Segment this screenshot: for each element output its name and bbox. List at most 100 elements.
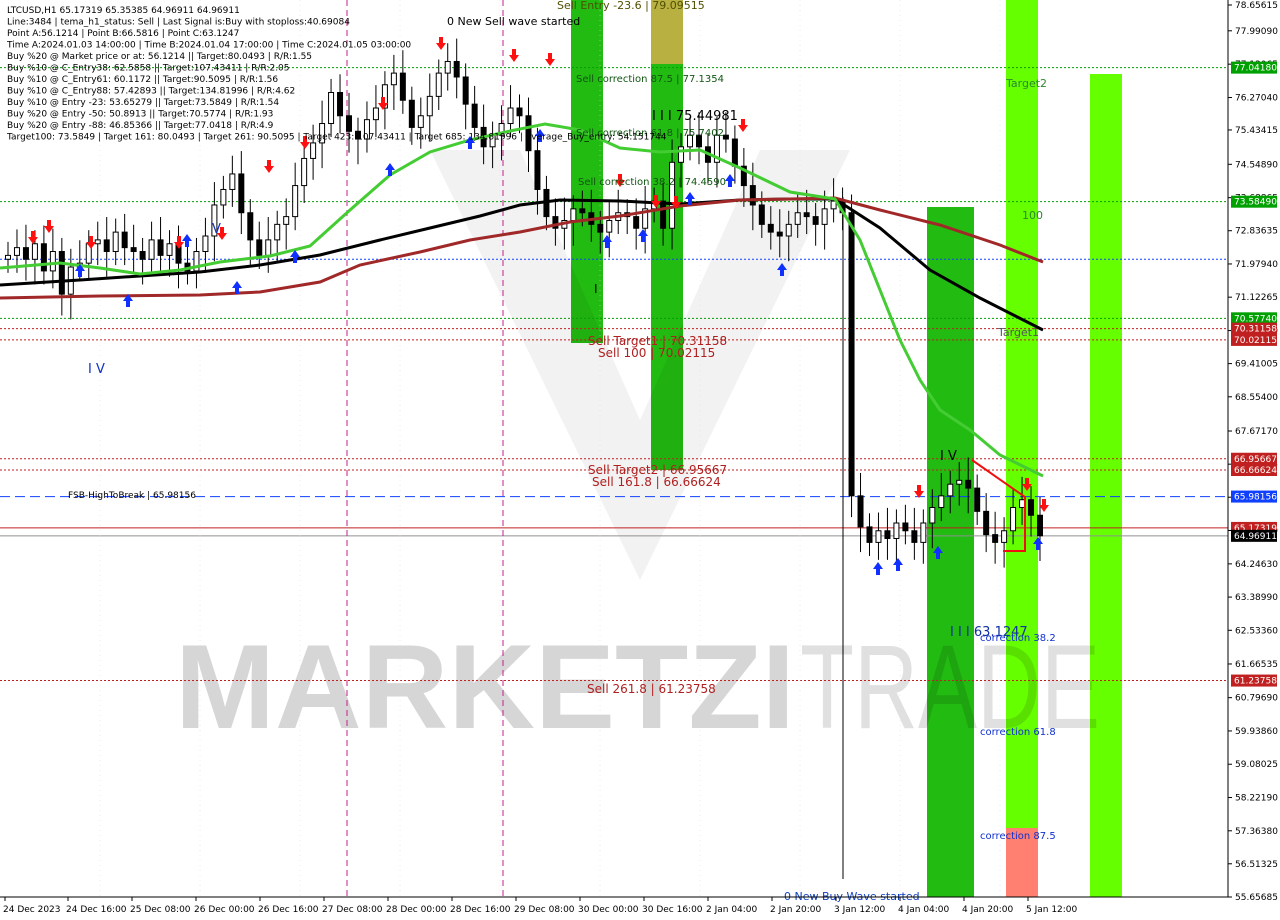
candle-body-67 bbox=[606, 219, 613, 233]
candle-body-106 bbox=[956, 479, 963, 485]
candle-body-31 bbox=[283, 216, 290, 225]
candle-body-81 bbox=[731, 138, 738, 167]
candle-body-64 bbox=[579, 208, 586, 214]
candle-body-103 bbox=[929, 506, 936, 524]
time-tick-label-1: 24 Dec 16:00 bbox=[66, 905, 127, 915]
time-tick-label-12: 2 Jan 20:00 bbox=[770, 905, 822, 915]
candle-body-15 bbox=[139, 251, 146, 260]
candle-body-104 bbox=[938, 495, 945, 508]
buy-zone-lime-b bbox=[1090, 74, 1122, 897]
candle-body-34 bbox=[310, 142, 317, 159]
candle-body-29 bbox=[265, 239, 272, 256]
price-tick-label-13: 67.67170 bbox=[1235, 427, 1278, 437]
time-tick-label-11: 2 Jan 04:00 bbox=[706, 905, 758, 915]
time-tick-label-16: 5 Jan 12:00 bbox=[1026, 905, 1078, 915]
candle-body-5 bbox=[49, 251, 56, 272]
label-corr_382: correction 38.2 bbox=[980, 633, 1056, 644]
label-sell_corr_875: Sell correction 87.5 | 77.1354 bbox=[576, 74, 724, 85]
candle-body-101 bbox=[911, 530, 918, 543]
label-wave_iv_left: I V bbox=[88, 362, 105, 377]
label-sell_100: Sell 100 | 70.02115 bbox=[598, 346, 715, 360]
time-tick-label-2: 25 Dec 08:00 bbox=[130, 905, 191, 915]
price-tag-label-10: 61.23758 bbox=[1234, 677, 1277, 687]
label-sell_corr_382: Sell correction 38.2 | 74.4590 bbox=[578, 177, 726, 188]
price-tag-label-9: 64.96911 bbox=[1234, 532, 1277, 542]
candle-body-3 bbox=[31, 243, 38, 260]
candle-body-85 bbox=[767, 223, 774, 233]
info-line-4: Buy %20 @ Market price or at: 56.1214 ||… bbox=[7, 52, 312, 62]
candle-body-84 bbox=[758, 204, 765, 225]
chart-svg[interactable]: MARKETZI TRADE Sell Entry -23.6 | 79.0951… bbox=[0, 0, 1280, 920]
price-tag-label-4: 70.02115 bbox=[1234, 336, 1277, 346]
label-fsb: FSB-HighToBreak | 65.98156 bbox=[68, 491, 196, 501]
candle-body-6 bbox=[58, 251, 65, 295]
price-tick-label-1: 77.99090 bbox=[1235, 27, 1278, 37]
candle-body-43 bbox=[390, 72, 397, 86]
info-line-9: Buy %20 @ Entry -50: 50.8913 || Target:7… bbox=[7, 110, 273, 120]
candle-body-30 bbox=[274, 223, 281, 241]
candle-body-73 bbox=[660, 200, 667, 229]
candle-body-70 bbox=[633, 216, 640, 229]
label-sell_1618: Sell 161.8 | 66.66624 bbox=[592, 475, 721, 489]
candle-body-45 bbox=[408, 99, 415, 128]
label-hundred: 100 bbox=[1022, 209, 1043, 222]
candle-body-108 bbox=[974, 487, 981, 512]
info-line-1: Line:3484 | tema_h1_status: Sell | Last … bbox=[7, 18, 350, 28]
info-line-6: Buy %10 @ C_Entry61: 60.1172 || Target:9… bbox=[7, 75, 278, 85]
candle-body-74 bbox=[669, 161, 676, 229]
candle-body-59 bbox=[534, 150, 541, 190]
label-target2: Target2 bbox=[1005, 77, 1047, 90]
candle-body-100 bbox=[902, 522, 909, 532]
candle-body-83 bbox=[749, 185, 756, 206]
price-tick-label-8: 71.97940 bbox=[1235, 260, 1278, 270]
info-line-8: Buy %10 @ Entry -23: 53.65279 || Target:… bbox=[7, 98, 279, 108]
chart-area[interactable]: MARKETZI TRADE Sell Entry -23.6 | 79.0951… bbox=[0, 0, 1280, 920]
time-tick-label-7: 28 Dec 16:00 bbox=[450, 905, 511, 915]
time-tick-label-3: 26 Dec 00:00 bbox=[194, 905, 255, 915]
candle-body-88 bbox=[794, 212, 801, 225]
price-tick-label-24: 58.22190 bbox=[1235, 794, 1278, 804]
candle-body-114 bbox=[1028, 499, 1035, 516]
candle-body-47 bbox=[426, 95, 433, 117]
candle-body-36 bbox=[328, 92, 335, 125]
candle-body-94 bbox=[848, 212, 855, 497]
candle-body-75 bbox=[678, 146, 685, 163]
price-tick-label-5: 74.54890 bbox=[1235, 160, 1278, 170]
candle-body-57 bbox=[516, 107, 523, 117]
candle-body-18 bbox=[166, 243, 173, 256]
price-tick-label-4: 75.43415 bbox=[1235, 126, 1278, 136]
candle-body-16 bbox=[148, 239, 155, 260]
candle-body-95 bbox=[857, 495, 864, 528]
price-tick-label-26: 56.51325 bbox=[1235, 860, 1278, 870]
time-tick-label-0: 24 Dec 2023 bbox=[3, 905, 61, 915]
time-tick-label-15: 4 Jan 20:00 bbox=[962, 905, 1014, 915]
candle-body-115 bbox=[1037, 514, 1043, 537]
candle-body-32 bbox=[292, 185, 299, 218]
price-tick-label-22: 59.93860 bbox=[1235, 727, 1278, 737]
candle-body-48 bbox=[435, 72, 442, 97]
time-tick-label-9: 30 Dec 00:00 bbox=[578, 905, 639, 915]
price-tag-label-5: 66.95667 bbox=[1234, 455, 1277, 465]
price-tick-label-25: 57.36380 bbox=[1235, 827, 1278, 837]
price-tick-label-23: 59.08025 bbox=[1235, 760, 1278, 770]
price-tag-label-3: 70.31158 bbox=[1234, 325, 1277, 335]
label-new_sell_wave: 0 New Sell wave started bbox=[447, 15, 580, 28]
candle-body-12 bbox=[112, 231, 119, 253]
candle-body-51 bbox=[462, 76, 469, 105]
candle-body-46 bbox=[417, 115, 424, 128]
candle-body-89 bbox=[803, 212, 810, 218]
info-line-0: LTCUSD,H1 65.17319 65.35385 64.96911 64.… bbox=[7, 6, 240, 16]
candle-body-27 bbox=[247, 212, 254, 241]
label-target1: Target1 bbox=[997, 326, 1039, 339]
candle-body-109 bbox=[983, 510, 990, 536]
price-tag-label-6: 66.66624 bbox=[1234, 466, 1277, 476]
candle-body-111 bbox=[1001, 530, 1008, 543]
candle-body-113 bbox=[1019, 499, 1026, 508]
candle-body-112 bbox=[1010, 506, 1017, 532]
price-tick-label-7: 72.83635 bbox=[1235, 227, 1278, 237]
time-tick-label-14: 4 Jan 04:00 bbox=[898, 905, 950, 915]
label-corr_618: correction 61.8 bbox=[980, 727, 1056, 738]
candle-body-0 bbox=[5, 254, 11, 260]
price-tick-label-12: 68.55400 bbox=[1235, 393, 1278, 403]
price-tick-label-9: 71.12265 bbox=[1235, 293, 1278, 303]
